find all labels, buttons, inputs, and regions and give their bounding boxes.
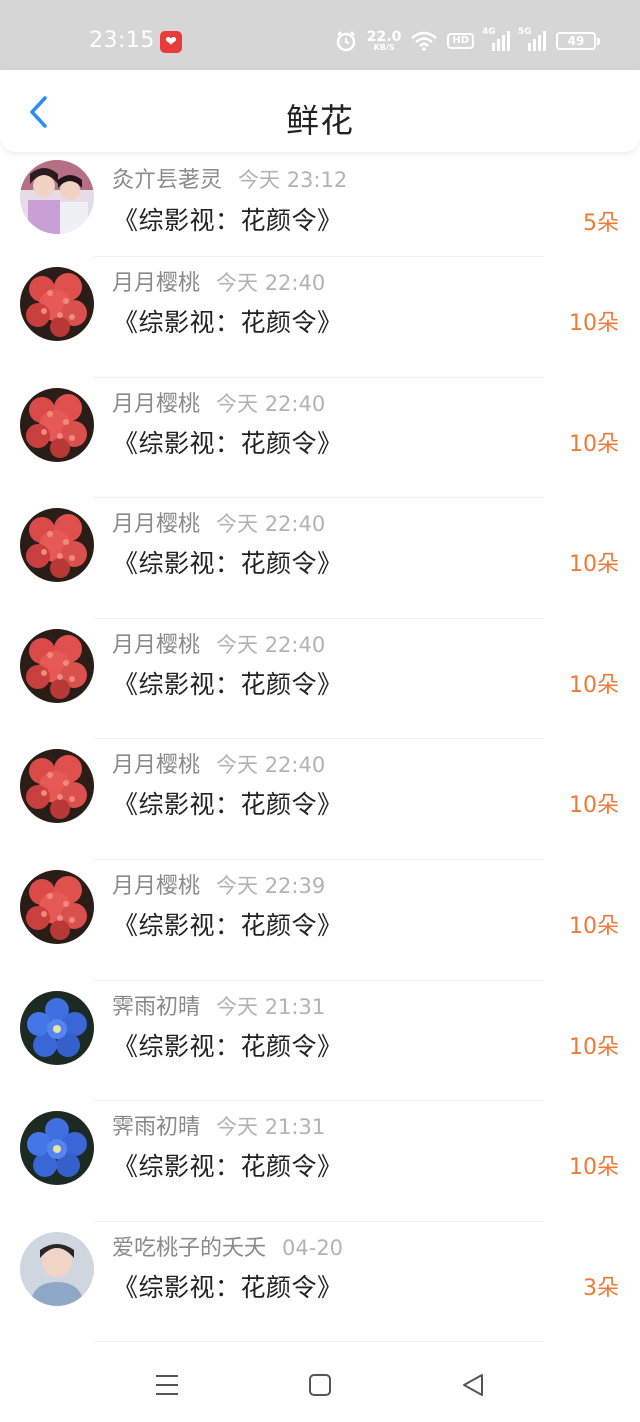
username-text: 爱吃桃子的夭夭 — [112, 1235, 267, 1261]
gift-time: 今天 22:40 — [216, 632, 326, 657]
flower-count: 10朵 — [569, 913, 619, 939]
book-title: 《综影视：花颜令》 — [113, 669, 343, 699]
gift-record-row[interactable]: 月月樱桃 今天 22:40 《综影视：花颜令》 10朵 — [0, 257, 640, 378]
app-notification-icon: ❤ — [160, 31, 182, 53]
flower-count: 10朵 — [569, 793, 619, 819]
user-avatar[interactable] — [20, 267, 94, 341]
book-title: 《综影视：花颜令》 — [113, 428, 343, 458]
gift-time: 今天 21:31 — [216, 1115, 326, 1140]
gift-record-row[interactable]: 月月樱桃 今天 22:40 《综影视：花颜令》 10朵 — [0, 378, 640, 499]
triangle-back-icon — [463, 1374, 483, 1396]
app-header: 鲜花 — [0, 70, 640, 152]
user-avatar[interactable] — [20, 869, 94, 944]
status-bar: 23:15 ❤ 22.0 KB/S HD 4G 5G 49 — [0, 0, 640, 70]
gift-record-row[interactable]: 月月樱桃 今天 22:40 《综影视：花颜令》 10朵 — [0, 498, 640, 619]
user-avatar[interactable] — [20, 387, 94, 462]
username-text: 月月樱桃 — [112, 391, 201, 417]
gift-record-row[interactable]: 月月樱桃 今天 22:40 《综影视：花颜令》 10朵 — [0, 739, 640, 860]
gift-time: 今天 22:40 — [216, 753, 326, 778]
flower-count: 10朵 — [569, 672, 619, 698]
username-label: 霁雨初晴 今天 21:31 — [112, 989, 325, 1021]
status-time: 23:15 — [89, 28, 155, 53]
row-divider — [94, 1341, 544, 1343]
username-label: 月月樱桃 今天 22:39 — [112, 868, 325, 900]
username-label: 爱吃桃子的夭夭 04-20 — [112, 1230, 343, 1262]
alarm-icon — [336, 31, 356, 52]
flower-count: 3朵 — [583, 1275, 619, 1301]
gift-record-row[interactable]: 月月樱桃 今天 22:39 《综影视：花颜令》 10朵 — [0, 860, 640, 981]
menu-icon — [156, 1375, 178, 1395]
user-avatar[interactable] — [20, 749, 94, 824]
back-nav-button[interactable] — [458, 1370, 488, 1400]
username-text: 霁雨初晴 — [112, 1115, 201, 1141]
user-avatar[interactable] — [20, 1111, 94, 1186]
username-text: 月月樱桃 — [112, 512, 201, 538]
gift-time: 今天 21:31 — [216, 994, 326, 1019]
gift-record-row[interactable]: 灸亣镸荖灵 今天 23:12 《综影视：花颜令》 5朵 — [0, 152, 640, 257]
gift-time: 今天 22:40 — [216, 271, 326, 295]
signal-4g-icon: 4G — [482, 27, 510, 51]
flower-count: 10朵 — [569, 311, 619, 336]
gift-time: 今天 23:12 — [238, 168, 348, 192]
user-avatar[interactable] — [20, 628, 94, 703]
username-label: 月月樱桃 今天 22:40 — [112, 747, 325, 779]
flower-count: 10朵 — [569, 552, 619, 578]
username-text: 灸亣镸荖灵 — [112, 168, 223, 193]
user-avatar[interactable] — [20, 1231, 94, 1306]
username-label: 月月樱桃 今天 22:40 — [112, 265, 325, 297]
wifi-icon — [411, 31, 438, 51]
username-label: 月月樱桃 今天 22:40 — [112, 386, 325, 418]
hd-icon: HD — [447, 33, 474, 49]
username-label: 月月樱桃 今天 22:40 — [112, 627, 325, 659]
signal-5g-icon: 5G — [518, 27, 546, 51]
gift-record-row[interactable]: 霁雨初晴 今天 21:31 《综影视：花颜令》 10朵 — [0, 1101, 640, 1222]
flower-count: 10朵 — [569, 1155, 619, 1181]
book-title: 《综影视：花颜令》 — [113, 308, 343, 337]
network-speed: 22.0 KB/S — [366, 29, 402, 52]
username-text: 霁雨初晴 — [112, 994, 201, 1020]
book-title: 《综影视：花颜令》 — [113, 790, 343, 820]
book-title: 《综影视：花颜令》 — [113, 549, 343, 579]
page-title: 鲜花 — [286, 101, 354, 140]
gift-time: 04-20 — [282, 1235, 344, 1260]
book-title: 《综影视：花颜令》 — [113, 206, 343, 235]
username-text: 月月樱桃 — [112, 873, 201, 899]
flower-count: 5朵 — [583, 211, 619, 236]
status-icons: 22.0 KB/S HD 4G 5G 49 — [335, 26, 600, 56]
gift-list: 灸亣镸荖灵 今天 23:12 《综影视：花颜令》 5朵 月月樱桃 今天 22:40 《综影… — [0, 152, 640, 1343]
system-nav-bar — [0, 1348, 640, 1422]
username-label: 月月樱桃 今天 22:40 — [112, 506, 325, 538]
book-title: 《综影视：花颜令》 — [113, 1272, 343, 1302]
book-title: 《综影视：花颜令》 — [113, 910, 343, 940]
user-avatar[interactable] — [20, 508, 94, 583]
user-avatar[interactable] — [20, 990, 94, 1065]
square-icon — [309, 1374, 331, 1396]
book-title: 《综影视：花颜令》 — [113, 1152, 343, 1182]
home-button[interactable] — [305, 1370, 335, 1400]
menu-button[interactable] — [152, 1370, 182, 1400]
battery-icon: 49 — [556, 32, 600, 50]
gift-time: 今天 22:40 — [216, 512, 326, 537]
gift-record-row[interactable]: 爱吃桃子的夭夭 04-20 《综影视：花颜令》 3朵 — [0, 1222, 640, 1343]
gift-time: 今天 22:39 — [216, 873, 326, 898]
username-text: 月月樱桃 — [112, 632, 201, 658]
username-label: 灸亣镸荖灵 今天 23:12 — [112, 162, 347, 194]
gift-record-row[interactable]: 月月樱桃 今天 22:40 《综影视：花颜令》 10朵 — [0, 619, 640, 740]
gift-time: 今天 22:40 — [216, 391, 326, 416]
username-text: 月月樱桃 — [112, 271, 201, 296]
flower-count: 10朵 — [569, 1034, 619, 1060]
book-title: 《综影视：花颜令》 — [113, 1031, 343, 1061]
flower-count: 10朵 — [569, 431, 619, 457]
username-text: 月月樱桃 — [112, 753, 201, 779]
gift-record-row[interactable]: 霁雨初晴 今天 21:31 《综影视：花颜令》 10朵 — [0, 981, 640, 1102]
username-label: 霁雨初晴 今天 21:31 — [112, 1109, 325, 1141]
user-avatar[interactable] — [20, 160, 94, 234]
